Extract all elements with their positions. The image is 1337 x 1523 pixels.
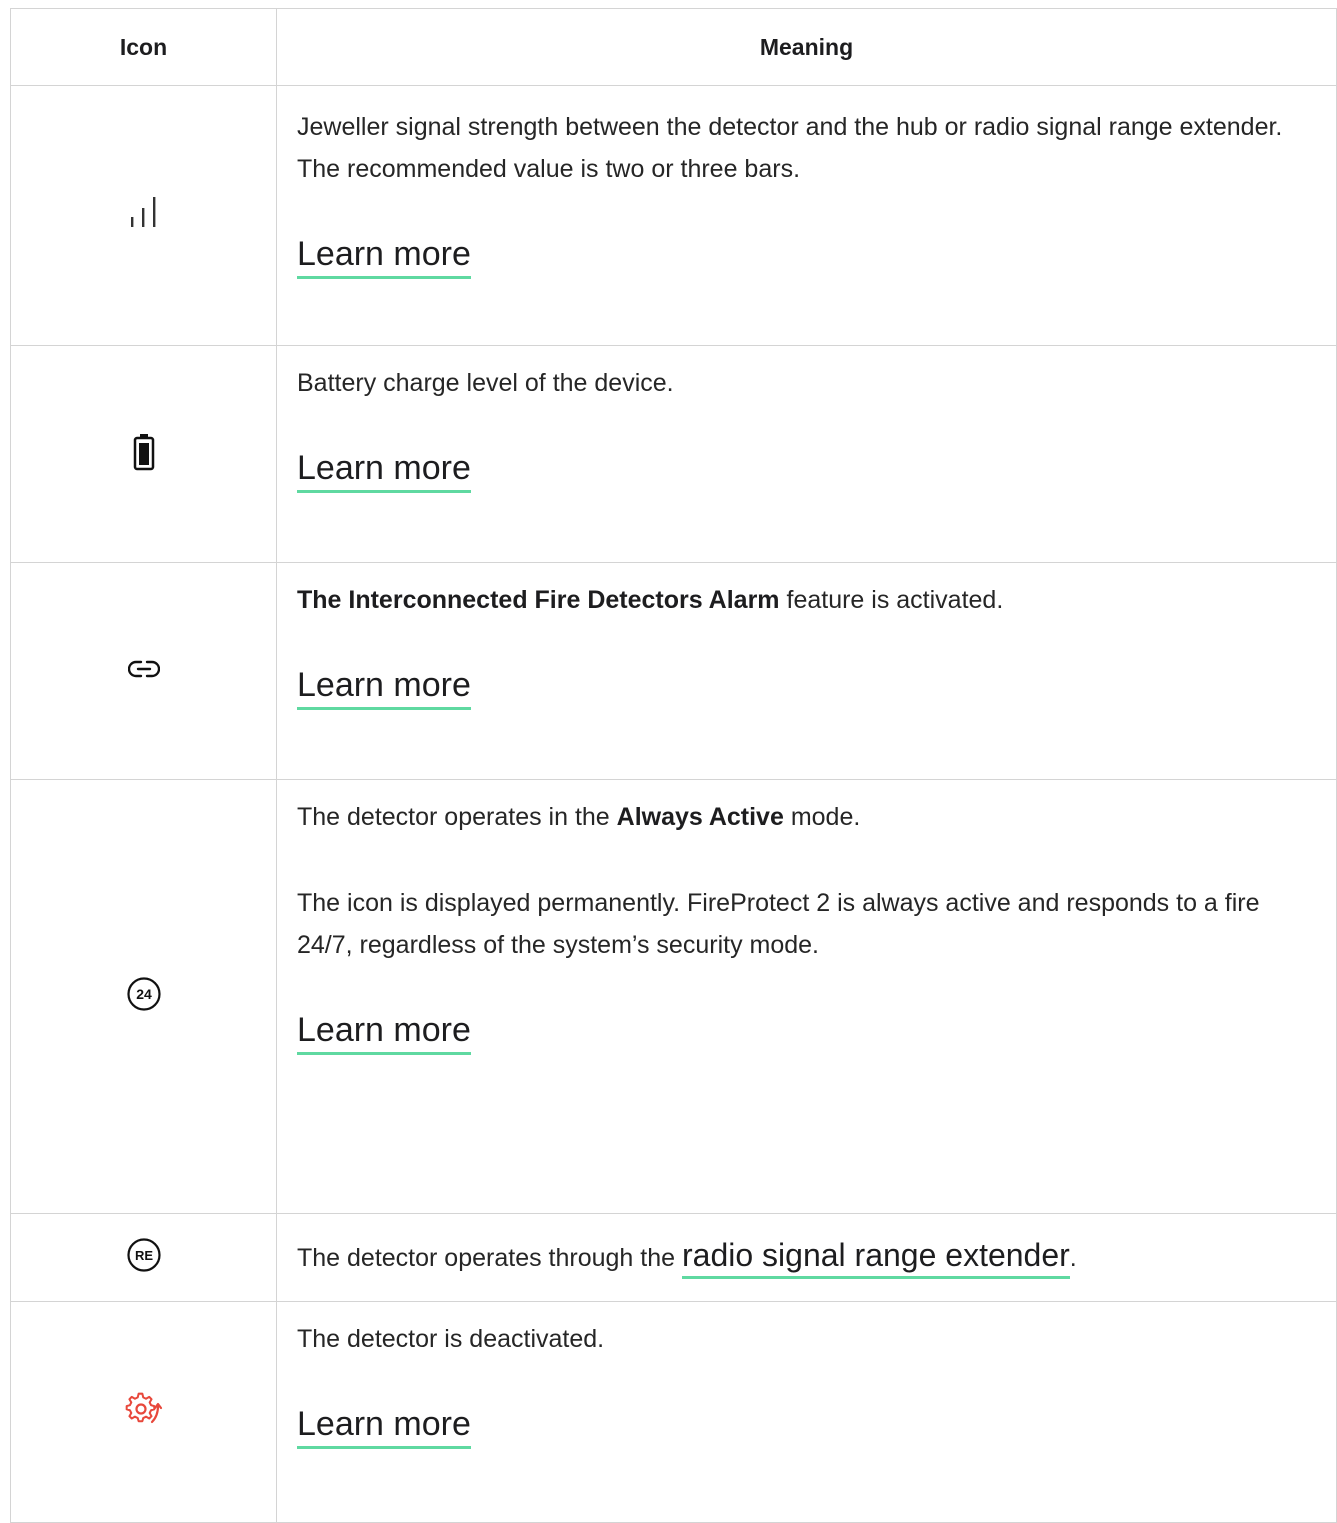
deactivated-gear-icon: [124, 1392, 164, 1433]
meaning-cell: Battery charge level of the device. Lear…: [276, 345, 1337, 563]
meaning-cell: The detector is deactivated. Learn more: [276, 1301, 1337, 1523]
always-active-24-icon: 24: [126, 976, 162, 1017]
icon-cell: 24: [10, 779, 277, 1214]
learn-more-link[interactable]: Learn more: [297, 1010, 471, 1055]
meaning-text: Jeweller signal strength between the det…: [297, 113, 1283, 183]
icon-cell: [10, 1301, 277, 1523]
meaning-text: The detector operates in the Always Acti…: [297, 803, 861, 831]
table-header-row: Icon Meaning: [10, 8, 1337, 86]
meaning-text: The detector is deactivated.: [297, 1325, 605, 1353]
meaning-cell: The Interconnected Fire Detectors Alarm …: [276, 562, 1337, 780]
meaning-cell: The detector operates through the radio …: [276, 1213, 1337, 1302]
battery-icon: [131, 432, 157, 477]
meaning-text-secondary: The icon is displayed permanently. FireP…: [297, 889, 1260, 959]
table-row: Jeweller signal strength between the det…: [10, 85, 1337, 346]
mode-name: Always Active: [616, 803, 784, 831]
header-meaning: Meaning: [276, 8, 1337, 86]
learn-more-link[interactable]: Learn more: [297, 234, 471, 279]
icon-cell: [10, 345, 277, 563]
learn-more-link[interactable]: Learn more: [297, 1404, 471, 1449]
meaning-text: The detector operates through the radio …: [297, 1236, 1316, 1279]
icon-cell: RE: [10, 1213, 277, 1302]
meaning-cell: Jeweller signal strength between the det…: [276, 85, 1337, 346]
range-extender-badge-text: RE: [134, 1248, 152, 1263]
feature-name: The Interconnected Fire Detectors Alarm: [297, 586, 780, 614]
icon-cell: [10, 562, 277, 780]
table-row: 24 The detector operates in the Always A…: [10, 779, 1337, 1214]
table-row: RE The detector operates through the rad…: [10, 1213, 1337, 1302]
table-row: Battery charge level of the device. Lear…: [10, 345, 1337, 563]
icon-cell: [10, 85, 277, 346]
range-extender-icon: RE: [126, 1237, 162, 1278]
table-row: The Interconnected Fire Detectors Alarm …: [10, 562, 1337, 780]
link-icon: [127, 657, 160, 686]
header-icon: Icon: [10, 8, 277, 86]
learn-more-link[interactable]: Learn more: [297, 665, 471, 710]
table-row: The detector is deactivated. Learn more: [10, 1301, 1337, 1523]
meaning-text-tail: feature is activated.: [779, 586, 1004, 614]
always-active-badge-text: 24: [136, 986, 152, 1002]
meaning-text: The Interconnected Fire Detectors Alarm …: [297, 579, 1316, 621]
icons-table-container: Icon Meaning Jeweller signal strength be…: [10, 8, 1337, 1523]
learn-more-link[interactable]: Learn more: [297, 448, 471, 493]
meaning-text: Battery charge level of the device.: [297, 369, 674, 397]
range-extender-link[interactable]: radio signal range extender: [681, 1236, 1070, 1279]
signal-bars-icon: [124, 193, 164, 238]
meaning-cell: The detector operates in the Always Acti…: [276, 779, 1337, 1214]
icons-table: Icon Meaning Jeweller signal strength be…: [10, 8, 1337, 1523]
